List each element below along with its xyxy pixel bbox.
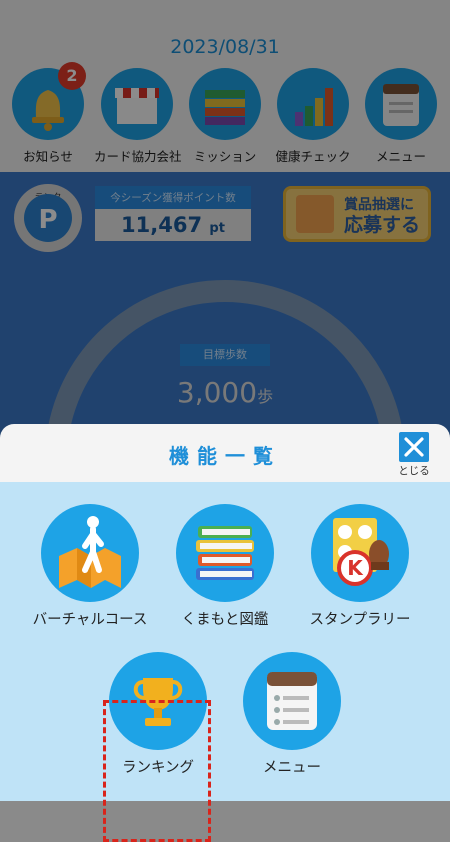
tile-kumamoto-encyclopedia[interactable]: くまもと図鑑: [160, 504, 290, 629]
menu-notepad-icon: [267, 672, 317, 730]
feature-list-modal: 機能一覧 とじる バーチャルコース くまもと図鑑 K スタンプラリー ランキング…: [0, 424, 450, 842]
close-label: とじる: [398, 465, 430, 477]
tile-stamp-rally[interactable]: K スタンプラリー: [295, 504, 425, 629]
close-button[interactable]: とじる: [397, 432, 431, 478]
map-walker-icon: [59, 516, 121, 588]
tile-virtual-course[interactable]: バーチャルコース: [25, 504, 155, 629]
tile-label: スタンプラリー: [309, 612, 411, 628]
svg-text:K: K: [347, 556, 364, 580]
modal-body: バーチャルコース くまもと図鑑 K スタンプラリー ランキング メニュー: [0, 482, 450, 842]
tile-label: メニュー: [263, 760, 321, 776]
selection-highlight: [103, 700, 211, 842]
tile-label: くまもと図鑑: [181, 612, 269, 628]
close-icon: [404, 437, 424, 457]
stamp-icon: K: [333, 518, 389, 586]
tile-label: バーチャルコース: [32, 612, 148, 628]
tile-menu[interactable]: メニュー: [227, 652, 357, 777]
modal-header: 機能一覧 とじる: [0, 424, 450, 482]
modal-title: 機能一覧: [169, 444, 281, 468]
books-icon: [196, 526, 254, 580]
